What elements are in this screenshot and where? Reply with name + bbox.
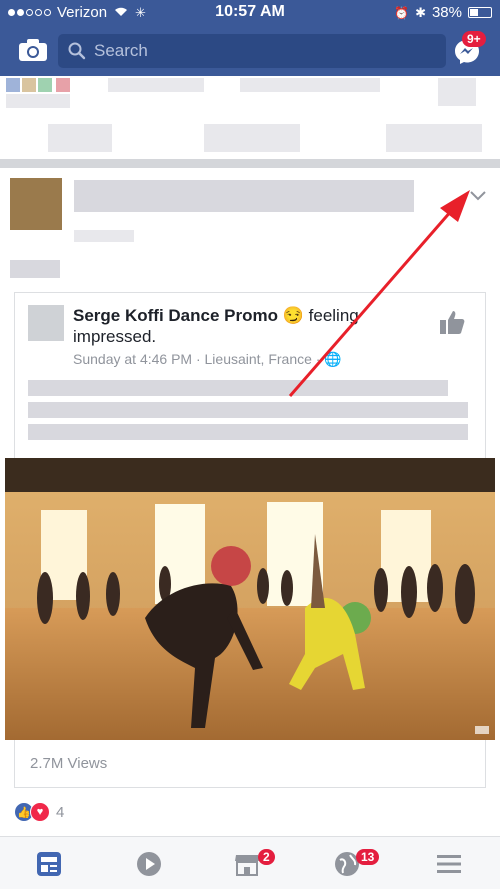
shared-post-meta-text: Sunday at 4:46 PM · Lieusaint, France ·	[73, 351, 321, 367]
poster-avatar[interactable]	[10, 178, 62, 230]
menu-icon[interactable]	[436, 851, 462, 877]
notifications-badge: 13	[356, 849, 380, 865]
post-time-blurred	[74, 230, 134, 242]
video-tab-icon[interactable]	[136, 851, 162, 877]
search-placeholder: Search	[94, 41, 148, 60]
love-reaction-icon: ♥	[30, 802, 50, 822]
camera-icon[interactable]	[18, 38, 48, 62]
marketplace-badge: 2	[258, 849, 275, 865]
reaction-count: 4	[56, 803, 65, 821]
search-input[interactable]: Search	[58, 34, 446, 68]
poster-name-blurred	[74, 180, 414, 212]
messenger-badge: 9+	[462, 31, 486, 47]
news-feed-icon[interactable]	[36, 851, 62, 877]
alarm-icon: ⏰	[394, 5, 410, 20]
video-view-count: 2.7M Views	[30, 755, 108, 772]
status-right: ⏰ ✱ 38%	[394, 4, 492, 21]
video-player[interactable]	[5, 458, 495, 740]
feeling-label: feeling	[308, 306, 359, 325]
feeling-emoji-icon: 😏	[282, 306, 304, 325]
top-nav-bar: Search 9+	[0, 26, 500, 76]
shared-post-meta: Sunday at 4:46 PM · Lieusaint, France · …	[73, 351, 342, 368]
bluetooth-icon: ✱	[415, 4, 426, 20]
like-page-icon[interactable]	[438, 308, 466, 336]
battery-icon	[468, 7, 492, 18]
battery-percent: 38%	[431, 4, 462, 21]
globe-icon: 🌐	[324, 351, 342, 367]
search-icon	[68, 42, 86, 60]
feed-divider	[0, 159, 500, 168]
shared-post-header: Serge Koffi Dance Promo 😏 feeling impres…	[73, 305, 433, 347]
chevron-down-icon[interactable]	[470, 188, 486, 201]
bottom-tab-bar: 2 13	[0, 836, 500, 889]
reactions-summary[interactable]: 👍 ♥ 4	[14, 802, 64, 822]
shared-page-avatar[interactable]	[28, 305, 64, 341]
marketplace-icon[interactable]	[234, 851, 260, 877]
feeling-value: impressed.	[73, 327, 157, 346]
status-bar: Verizon ✳ 10:57 AM ⏰ ✱ 38%	[0, 0, 500, 26]
post-text-blurred	[10, 260, 60, 278]
shared-page-name[interactable]: Serge Koffi Dance Promo	[73, 306, 278, 325]
